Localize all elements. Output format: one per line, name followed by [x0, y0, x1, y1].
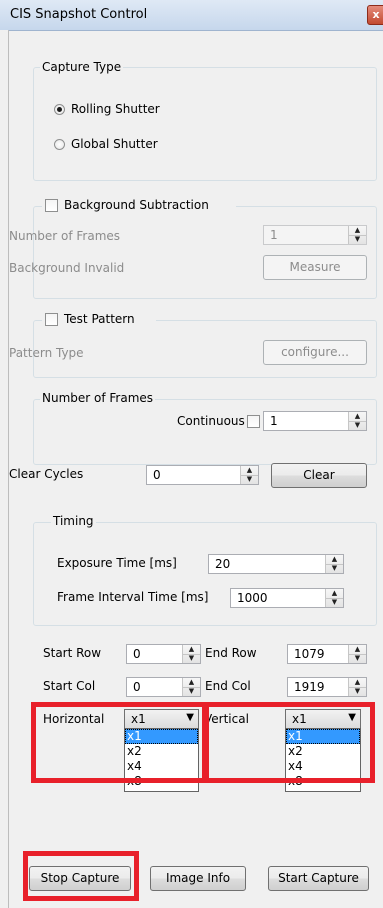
start-row-spinbox[interactable]: 0 ▲ ▼	[126, 644, 201, 664]
start-col-label: Start Col	[43, 679, 96, 693]
timing-group	[33, 522, 377, 626]
bg-frames-value: 1	[270, 228, 278, 242]
number-of-frames-group	[33, 399, 377, 465]
rolling-shutter-radio[interactable]	[54, 104, 65, 115]
spin-down-icon[interactable]: ▼	[349, 235, 366, 244]
frame-interval-value: 1000	[237, 591, 268, 605]
test-pattern-checkbox[interactable]	[45, 313, 58, 326]
end-col-value: 1919	[294, 680, 325, 694]
spin-down-icon[interactable]: ▼	[349, 687, 366, 696]
start-row-value: 0	[133, 647, 141, 661]
close-icon: x	[372, 8, 380, 21]
frame-interval-spinner[interactable]: ▲ ▼	[325, 589, 343, 607]
end-col-spinbox[interactable]: 1919 ▲ ▼	[287, 677, 367, 697]
number-of-frames-legend: Number of Frames	[40, 391, 156, 405]
end-col-label: End Col	[205, 679, 251, 693]
exposure-time-spinbox[interactable]: 20 ▲ ▼	[208, 554, 344, 574]
end-row-label: End Row	[205, 646, 257, 660]
rolling-shutter-label[interactable]: Rolling Shutter	[71, 102, 160, 116]
vertical-highlight-box	[204, 702, 375, 783]
continuous-checkbox[interactable]	[247, 415, 260, 428]
title-bar[interactable]: CIS Snapshot Control x	[0, 0, 383, 31]
bg-frames-label: Number of Frames	[9, 229, 121, 243]
background-status-label: Background Invalid	[9, 261, 125, 275]
spin-down-icon[interactable]: ▼	[183, 654, 200, 663]
continuous-label: Continuous	[177, 414, 245, 428]
configure-button[interactable]: configure...	[263, 340, 367, 365]
close-button[interactable]: x	[367, 5, 383, 25]
end-row-value: 1079	[294, 647, 325, 661]
background-subtraction-label[interactable]: Background Subtraction	[64, 198, 209, 212]
clear-button[interactable]: Clear	[271, 463, 367, 488]
clear-cycles-value: 0	[153, 468, 161, 482]
exposure-time-label: Exposure Time [ms]	[57, 556, 177, 570]
global-shutter-label[interactable]: Global Shutter	[71, 137, 158, 151]
start-col-spinner[interactable]: ▲ ▼	[182, 678, 200, 696]
window-left-frame	[0, 30, 8, 908]
frame-interval-label: Frame Interval Time [ms]	[57, 590, 209, 604]
global-shutter-radio[interactable]	[54, 139, 65, 150]
spin-down-icon[interactable]: ▼	[349, 421, 366, 430]
window-title: CIS Snapshot Control	[10, 7, 148, 22]
exposure-time-value: 20	[215, 557, 231, 571]
capture-type-group	[33, 67, 377, 181]
measure-button[interactable]: Measure	[263, 255, 367, 280]
frames-count-spinner[interactable]: ▲ ▼	[348, 412, 366, 430]
capture-type-legend: Capture Type	[40, 60, 124, 74]
test-pattern-label[interactable]: Test Pattern	[64, 312, 135, 326]
exposure-time-spinner[interactable]: ▲ ▼	[325, 555, 343, 573]
end-row-spinbox[interactable]: 1079 ▲ ▼	[287, 644, 367, 664]
spin-down-icon[interactable]: ▼	[326, 598, 343, 607]
image-info-button[interactable]: Image Info	[150, 866, 246, 891]
background-subtraction-group	[33, 206, 377, 299]
horizontal-highlight-box	[31, 702, 207, 783]
bg-frames-spinbox[interactable]: 1 ▲ ▼	[263, 225, 367, 245]
start-col-value: 0	[133, 680, 141, 694]
frames-count-spinbox[interactable]: 1 ▲ ▼	[263, 411, 367, 431]
snapshot-control-window: CIS Snapshot Control x Capture Type Roll…	[0, 0, 383, 908]
bg-frames-spinner[interactable]: ▲ ▼	[348, 226, 366, 244]
clear-cycles-spinbox[interactable]: 0 ▲ ▼	[146, 465, 259, 485]
start-row-spinner[interactable]: ▲ ▼	[182, 645, 200, 663]
spin-down-icon[interactable]: ▼	[349, 654, 366, 663]
pattern-type-label: Pattern Type	[9, 346, 84, 360]
end-col-spinner[interactable]: ▲ ▼	[348, 678, 366, 696]
spin-down-icon[interactable]: ▼	[326, 564, 343, 573]
start-capture-button[interactable]: Start Capture	[268, 866, 369, 891]
spin-down-icon[interactable]: ▼	[183, 687, 200, 696]
timing-legend: Timing	[51, 514, 96, 528]
start-row-label: Start Row	[43, 646, 102, 660]
clear-cycles-spinner[interactable]: ▲ ▼	[240, 466, 258, 484]
frame-interval-spinbox[interactable]: 1000 ▲ ▼	[230, 588, 344, 608]
frames-count-value: 1	[270, 414, 278, 428]
stop-capture-highlight-box	[23, 851, 139, 901]
spin-down-icon[interactable]: ▼	[241, 475, 258, 484]
radio-selected-dot	[57, 107, 62, 112]
background-subtraction-checkbox[interactable]	[45, 199, 58, 212]
start-col-spinbox[interactable]: 0 ▲ ▼	[126, 677, 201, 697]
end-row-spinner[interactable]: ▲ ▼	[348, 645, 366, 663]
clear-cycles-label: Clear Cycles	[9, 467, 84, 481]
